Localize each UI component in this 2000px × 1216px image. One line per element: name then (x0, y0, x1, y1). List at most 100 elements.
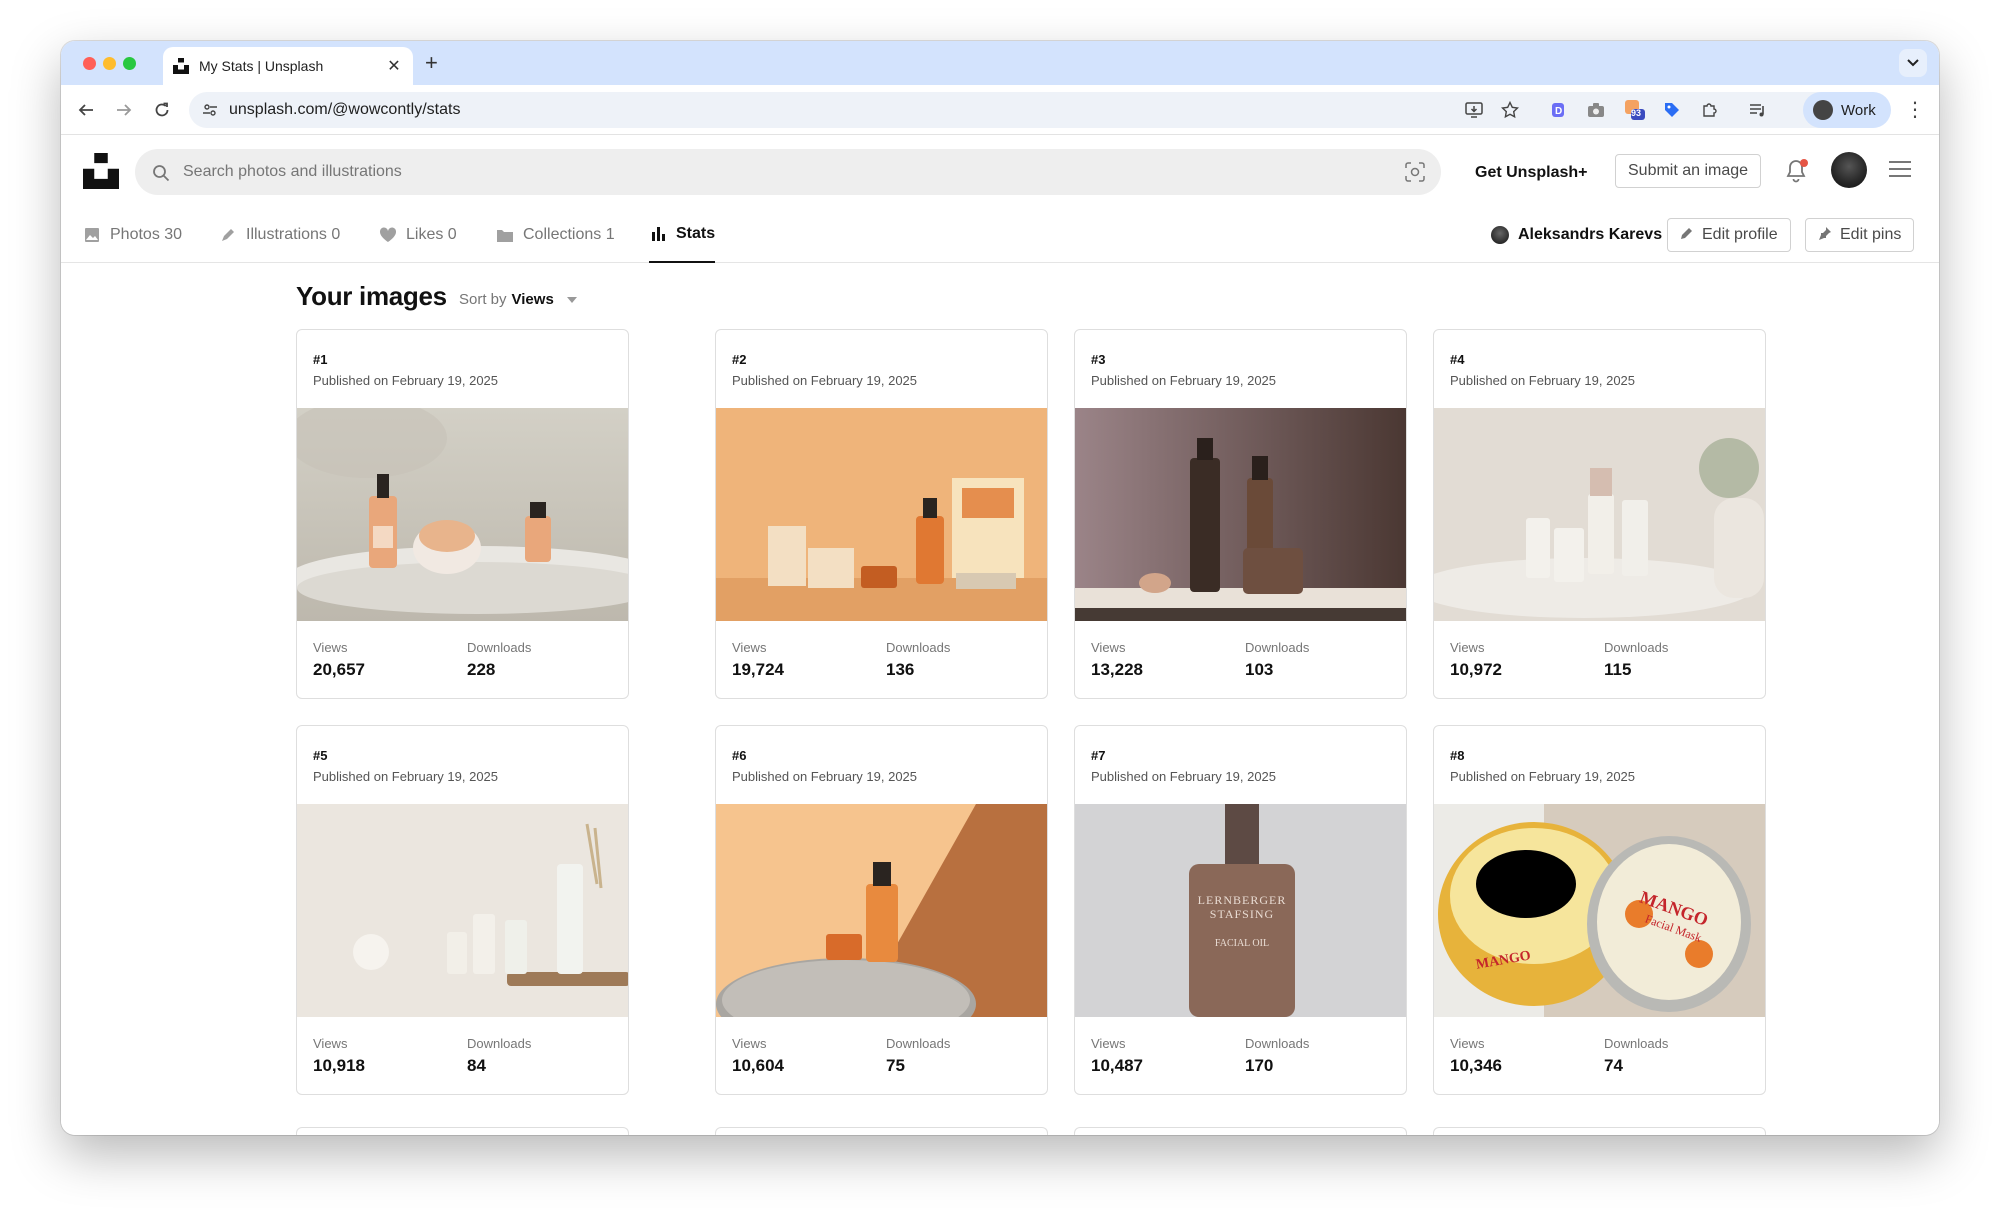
image-card[interactable]: #2 Published on February 19, 2025 Views (715, 329, 1048, 699)
image-card[interactable]: #6 Published on February 19, 2025 Views … (715, 725, 1048, 1095)
profile-owner[interactable]: Aleksandrs Karevs (1491, 207, 1662, 263)
get-unsplash-plus-link[interactable]: Get Unsplash+ (1475, 164, 1587, 182)
close-window-button[interactable] (83, 57, 96, 70)
profile-chip[interactable]: Work (1803, 92, 1891, 128)
sort-prefix: Sort by (459, 291, 507, 308)
browser-tab[interactable]: My Stats | Unsplash ✕ (163, 47, 413, 85)
submit-image-button[interactable]: Submit an image (1615, 154, 1762, 188)
calendar-extension-icon[interactable]: 93 (1621, 97, 1647, 123)
user-avatar[interactable] (1831, 152, 1867, 188)
downloads-label: Downloads (467, 640, 532, 655)
image-card[interactable] (1074, 1127, 1407, 1135)
card-rank: #5 (313, 748, 328, 763)
downloads-value: 115 (1604, 660, 1632, 679)
views-label: Views (1091, 640, 1126, 655)
views-value: 13,228 (1091, 660, 1143, 679)
product-label-text: LERNBERGER (1198, 893, 1287, 907)
views-label: Views (732, 640, 767, 655)
edit-profile-label: Edit profile (1702, 226, 1778, 243)
notifications-bell-icon[interactable] (1785, 159, 1809, 183)
views-value: 20,657 (313, 660, 365, 679)
views-label: Views (1091, 1036, 1126, 1051)
tab-likes[interactable]: Likes 0 (379, 207, 457, 263)
unsplash-logo-icon[interactable] (83, 153, 119, 189)
forward-button[interactable] (111, 97, 137, 123)
card-rank: #7 (1091, 748, 1106, 763)
site-settings-icon[interactable] (202, 102, 218, 118)
downloads-label: Downloads (1604, 640, 1669, 655)
tab-title: My Stats | Unsplash (199, 58, 324, 74)
image-card[interactable]: #8 Published on February 19, 2025 MANGO … (1433, 725, 1766, 1095)
sort-dropdown[interactable]: Sort by Views (459, 291, 577, 308)
tab-stats[interactable]: Stats (649, 207, 716, 263)
extension-d-icon[interactable]: D (1545, 97, 1571, 123)
downloads-value: 84 (467, 1056, 486, 1075)
image-card[interactable]: #3 Published on February 19, 2025 Views (1074, 329, 1407, 699)
bookmark-star-icon[interactable] (1497, 97, 1523, 123)
image-thumbnail[interactable] (1434, 408, 1765, 621)
tab-label: Illustrations 0 (246, 226, 341, 243)
downloads-label: Downloads (467, 1036, 532, 1051)
back-button[interactable] (73, 97, 99, 123)
edit-profile-button[interactable]: Edit profile (1667, 218, 1791, 252)
tab-label: Likes 0 (406, 226, 457, 243)
reload-icon (155, 102, 169, 117)
tab-search-button[interactable] (1899, 49, 1927, 77)
visual-search-icon[interactable] (1405, 162, 1425, 182)
image-thumbnail[interactable] (297, 804, 628, 1017)
image-thumbnail[interactable] (716, 804, 1047, 1017)
card-rank: #6 (732, 748, 747, 763)
downloads-value: 170 (1245, 1056, 1274, 1075)
downloads-value: 136 (886, 660, 915, 679)
maximize-window-button[interactable] (123, 57, 136, 70)
image-card[interactable]: #5 Published on February 19, 2025 Views … (296, 725, 629, 1095)
browser-menu-icon[interactable]: ⋮ (1905, 97, 1925, 122)
image-thumbnail[interactable] (297, 408, 628, 621)
views-label: Views (1450, 640, 1485, 655)
puzzle-extensions-icon[interactable] (1697, 97, 1723, 123)
hamburger-menu-icon[interactable] (1889, 161, 1911, 179)
image-thumbnail[interactable]: LERNBERGER STAFSING FACIAL OIL (1075, 804, 1406, 1017)
notification-dot (1800, 159, 1808, 167)
card-rank: #2 (732, 352, 747, 367)
search-icon (153, 165, 170, 182)
views-value: 19,724 (732, 660, 784, 679)
media-queue-icon[interactable] (1745, 97, 1771, 123)
edit-pins-button[interactable]: Edit pins (1805, 218, 1915, 252)
views-label: Views (313, 640, 348, 655)
camera-extension-icon[interactable] (1583, 97, 1609, 123)
image-thumbnail[interactable] (716, 408, 1047, 621)
image-thumbnail[interactable] (1075, 408, 1406, 621)
views-label: Views (313, 1036, 348, 1051)
product-label-text: STAFSING (1210, 907, 1274, 921)
card-date: Published on February 19, 2025 (1450, 769, 1636, 784)
search-input[interactable] (183, 149, 1363, 195)
image-thumbnail[interactable]: MANGO Facial Mask MANGO (1434, 804, 1765, 1017)
image-card[interactable]: #7 Published on February 19, 2025 LERNBE… (1074, 725, 1407, 1095)
views-label: Views (732, 1036, 767, 1051)
reload-button[interactable] (149, 97, 175, 123)
image-card[interactable] (715, 1127, 1048, 1135)
card-date: Published on February 19, 2025 (313, 769, 499, 784)
tab-illustrations[interactable]: Illustrations 0 (219, 207, 340, 263)
tab-collections[interactable]: Collections 1 (496, 207, 615, 263)
views-label: Views (1450, 1036, 1485, 1051)
new-tab-button[interactable]: + (425, 50, 438, 76)
tag-extension-icon[interactable] (1659, 97, 1685, 123)
views-value: 10,346 (1450, 1056, 1502, 1075)
image-card[interactable]: #1 Published on February 19, 2025 Views … (296, 329, 629, 699)
owner-avatar (1491, 226, 1509, 244)
image-card[interactable] (296, 1127, 629, 1135)
minimize-window-button[interactable] (103, 57, 116, 70)
image-card[interactable] (1433, 1127, 1766, 1135)
image-card[interactable]: #4 Published on February 19, 2025 Views … (1433, 329, 1766, 699)
page-title: Your images (296, 281, 447, 311)
card-date: Published on February 19, 2025 (732, 769, 918, 784)
views-value: 10,487 (1091, 1056, 1143, 1075)
install-app-icon[interactable] (1461, 97, 1487, 123)
tab-close-icon[interactable]: ✕ (385, 56, 403, 76)
owner-name: Aleksandrs Karevs (1518, 226, 1663, 243)
url-text: unsplash.com/@wowcontly/stats (229, 101, 461, 118)
tab-photos[interactable]: Photos 30 (83, 207, 182, 263)
arrow-right-icon (117, 104, 132, 116)
